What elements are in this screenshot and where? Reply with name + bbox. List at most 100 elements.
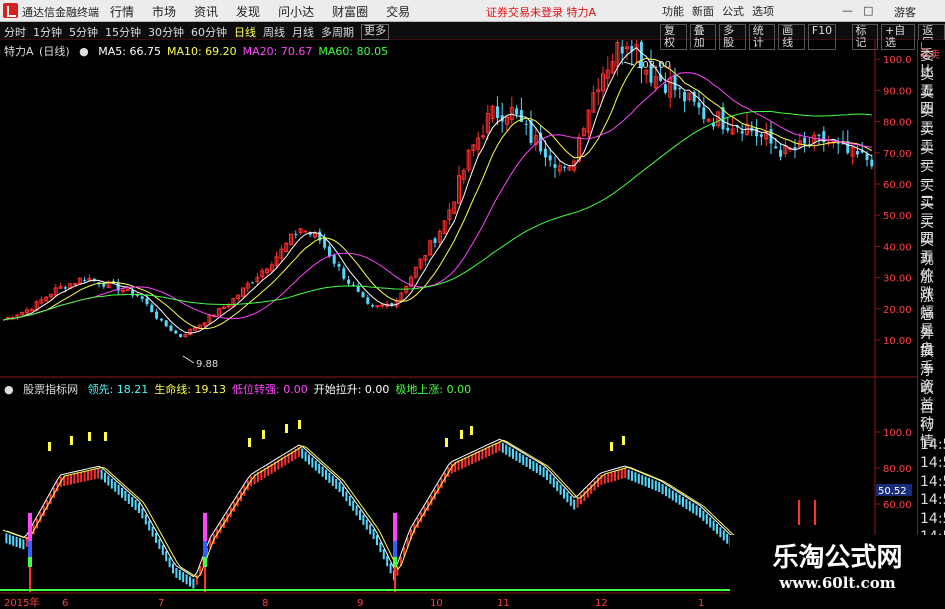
candle-body-down [817, 134, 821, 136]
ind-label-2: 60.00 [883, 500, 912, 511]
menu-market[interactable]: 市场 [152, 3, 176, 20]
right-sidebar: L 买卖 委比 卖五 卖四 卖三 卖二 卖一 买一 买二 买三 买四 买五 现价 涨跌 涨幅 总量 外盘 换手净… [917, 40, 945, 609]
period-monthly[interactable]: 月线 [292, 24, 314, 40]
menu-discover[interactable]: 发现 [236, 3, 260, 20]
candle-body-down [543, 148, 547, 158]
price-label-1: 90.00 [883, 86, 912, 97]
candle-body-down [327, 246, 331, 257]
candle-body-down [620, 46, 624, 54]
period-multi[interactable]: 多周期 [321, 24, 354, 40]
menu-formula[interactable]: 公式 [722, 3, 744, 19]
low-turn-strong-signal [28, 513, 32, 541]
price-label-8: 20.00 [883, 305, 912, 316]
candle-body-down [337, 264, 341, 267]
guest-user[interactable]: 游客 [894, 4, 916, 20]
candle-body-down [726, 127, 730, 131]
candle-body-down [371, 305, 375, 307]
candle-body-down [702, 107, 706, 120]
xaxis-label-2: 7 [158, 598, 164, 609]
top-signal-mark [70, 436, 73, 445]
top-signal-mark [88, 432, 91, 441]
menu-options[interactable]: 选项 [752, 3, 774, 19]
period-daily[interactable]: 日线 [234, 24, 256, 40]
candle-body-down [855, 150, 859, 155]
sidebar-item-24[interactable]: 14:5 [920, 492, 945, 508]
app-title: 通达信金融终端 [22, 6, 99, 19]
sidebar-item-22[interactable]: 14:5 [920, 455, 945, 471]
top-signal-mark [470, 426, 473, 435]
candle-body-down [251, 282, 255, 284]
menu-trade[interactable]: 交易 [386, 3, 410, 20]
period-weekly[interactable]: 周线 [263, 24, 285, 40]
price-label-9: 10.00 [883, 336, 912, 347]
candle-body-down [155, 311, 159, 319]
candle-body-up [481, 135, 485, 138]
candle-body-up [73, 283, 77, 286]
candle-body-up [380, 304, 385, 307]
legend-dot-icon: ● [79, 45, 89, 58]
ma-legend: MA5: 66.75 MA10: 69.20 MA20: 70.67 MA60: 80… [98, 45, 394, 58]
candle-body-down [169, 325, 173, 331]
period-15min[interactable]: 15分钟 [105, 24, 141, 40]
candle-body-down [524, 123, 528, 125]
candle-body-down [294, 234, 298, 236]
menu-news[interactable]: 资讯 [194, 3, 218, 20]
period-30min[interactable]: 30分钟 [148, 24, 184, 40]
menu-market-quotes[interactable]: 行情 [110, 3, 134, 20]
indicator-dot-icon: ● [4, 383, 14, 396]
watermark: 乐淘公式网 www.60lt.com [730, 535, 945, 609]
sidebar-item-25[interactable]: 14:5 [920, 511, 945, 527]
menu-functions[interactable]: 功能 [662, 3, 684, 19]
candle-body-down [755, 128, 759, 137]
ma-line-5 [2, 47, 873, 334]
period-5min[interactable]: 5分钟 [69, 24, 98, 40]
xaxis-label-8: 1 [698, 598, 704, 609]
candle-body-down [515, 108, 519, 115]
candle-body-down [563, 166, 567, 168]
sidebar-item-21[interactable]: 14:5 [920, 437, 945, 453]
candle-body-down [495, 106, 499, 118]
top-signal-mark [445, 438, 448, 447]
indicator-legend-item-2: 低位转强: 0.00 [232, 383, 308, 396]
candle-body-down [347, 279, 351, 284]
candle-body-down [553, 164, 557, 168]
maximize-icon[interactable]: □ [863, 4, 873, 17]
candle-body-down [356, 286, 360, 292]
candle-body-down [870, 159, 874, 167]
top-signal-mark [622, 436, 625, 445]
period-1min[interactable]: 1分钟 [33, 24, 62, 40]
period-more-button[interactable]: 更多 [361, 24, 389, 40]
surge-signal [393, 557, 397, 567]
low-turn-strong-signal [203, 513, 207, 541]
high-price-label: 108.00 [636, 60, 671, 71]
right-menu: 功能 新面 公式 选项 [662, 3, 774, 19]
indicator-legend-item-4: 极地上涨: 0.00 [395, 383, 472, 396]
login-status[interactable]: 证券交易未登录 特力A [486, 4, 596, 20]
ma-line-10 [2, 57, 873, 330]
period-timeshare[interactable]: 分时 [4, 24, 26, 40]
ma-line-20 [2, 72, 872, 321]
candle-body-down [164, 320, 168, 327]
sidebar-item-23[interactable]: 14:5 [920, 474, 945, 490]
candle-body-down [332, 255, 336, 264]
menu-new-page[interactable]: 新面 [692, 3, 714, 19]
indicator-legend-item-0: 领先: 18.21 [87, 383, 149, 396]
ma-legend-item-3: MA60: 80.05 [318, 45, 389, 58]
indicator-legend: 领先: 18.21 生命线: 19.13 低位转强: 0.00 开始拉升: 0.00 极… [88, 383, 478, 396]
indicator-name: 股票指标网 [23, 383, 79, 396]
main-menu: 行情 市场 资讯 发现 问小达 财富圈 交易 [110, 3, 410, 20]
minimize-icon[interactable]: — [842, 4, 853, 17]
candle-body-down [63, 287, 67, 289]
top-signal-mark [298, 420, 301, 429]
candle-body-down [663, 84, 667, 93]
candle-body-down [548, 155, 552, 161]
candle-body-up [375, 305, 380, 308]
top-signal-mark [48, 442, 51, 451]
candle-body-down [179, 334, 183, 337]
chart-area[interactable]: 100.0 90.00 80.00 70.00 60.00 50.00 40.00 30.00… [0, 40, 917, 609]
top-signal-mark [248, 438, 251, 447]
menu-wealth-circle[interactable]: 财富圈 [332, 3, 368, 20]
period-60min[interactable]: 60分钟 [191, 24, 227, 40]
period-label: (日线) [39, 45, 70, 58]
menu-ask-xiaoda[interactable]: 问小达 [278, 3, 314, 20]
